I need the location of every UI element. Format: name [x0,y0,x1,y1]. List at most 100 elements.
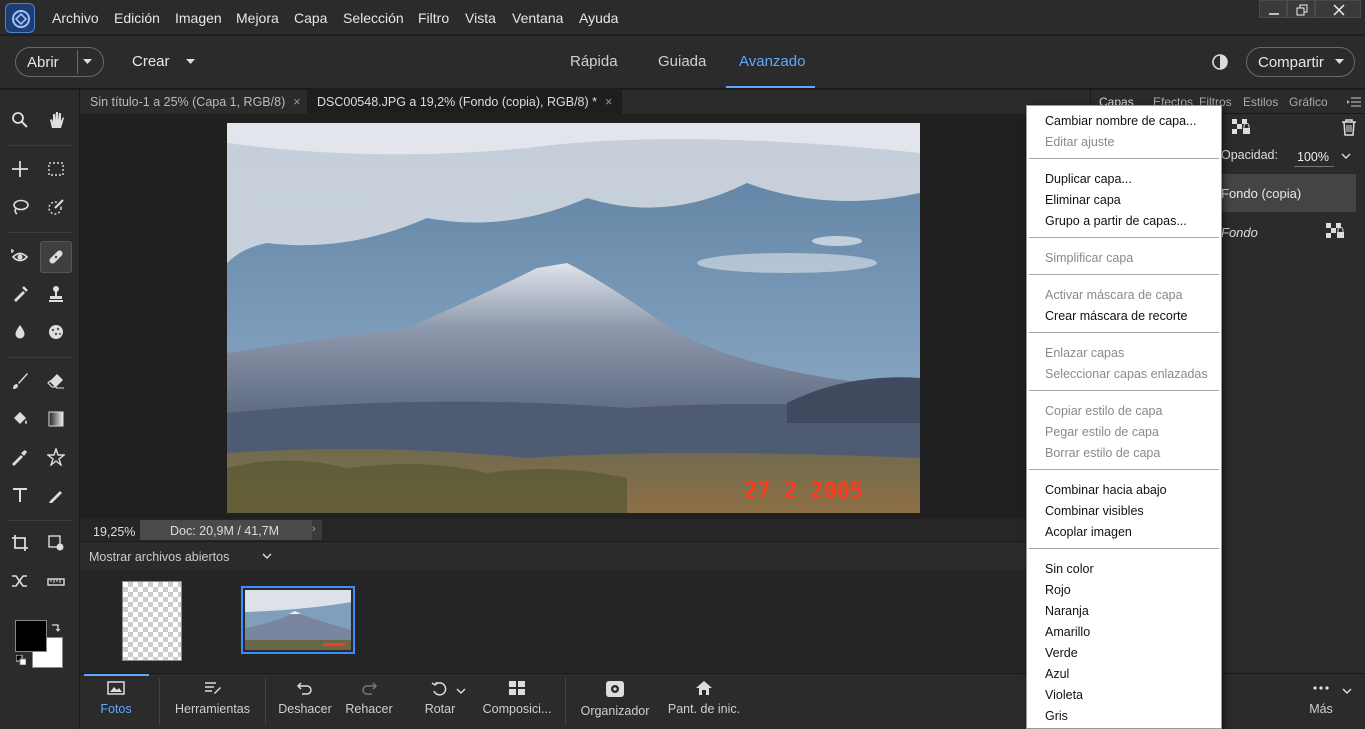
volcano-photo[interactable]: 27 2 2005 [227,123,920,513]
rotate-chevron-down-icon[interactable] [456,688,466,694]
zoom-level[interactable]: 19,25% [93,525,135,539]
menu-mejora[interactable]: Mejora [236,10,279,26]
menu-color-violet[interactable]: Violeta [1045,688,1083,702]
thumbnail-dsc00548[interactable] [241,586,355,654]
menu-color-yellow[interactable]: Amarillo [1045,625,1090,639]
menu-filtro[interactable]: Filtro [418,10,449,26]
status-arrow-icon[interactable]: › [312,520,322,540]
tab-graficos[interactable]: Gráficos [1289,95,1327,109]
paint-bucket-tool[interactable] [6,405,34,433]
menu-edicion[interactable]: Edición [114,10,160,26]
opacity-input[interactable]: 100% [1294,147,1334,167]
redo-button[interactable]: Rehacer [342,680,396,716]
rotate-button[interactable]: Rotar [420,680,460,716]
close-tab-icon[interactable]: × [605,95,612,109]
panel-menu-icon[interactable] [1347,97,1361,107]
menu-archivo[interactable]: Archivo [52,10,99,26]
doc-tab-untitled[interactable]: Sin título-1 a 25% (Capa 1, RGB/8) × [80,90,311,114]
doc-tab-dsc00548[interactable]: DSC00548.JPG a 19,2% (Fondo (copia), RGB… [307,90,623,114]
zoom-tool[interactable] [6,106,34,134]
herramientas-button[interactable]: Herramientas [170,680,255,716]
menu-color-gray[interactable]: Gris [1045,709,1068,723]
caret-down-icon[interactable] [83,59,92,65]
menu-color-red[interactable]: Rojo [1045,583,1071,597]
eyedropper-tool[interactable] [6,443,34,471]
crop-tool[interactable] [6,529,34,557]
hand-tool[interactable] [42,106,70,134]
undo-button[interactable]: Deshacer [276,680,334,716]
menu-color-blue[interactable]: Azul [1045,667,1069,681]
straighten-tool[interactable] [42,567,70,595]
menu-merge-visible[interactable]: Combinar visibles [1045,504,1144,518]
menu-separator [1029,548,1219,549]
type-icon [13,488,27,502]
swap-colors-icon[interactable] [51,622,61,632]
brush-smart-tool[interactable] [6,280,34,308]
shape-tool[interactable] [42,443,70,471]
open-button[interactable]: Abrir [15,47,104,77]
sponge-tool[interactable] [42,318,70,346]
menu-flatten-image[interactable]: Acoplar imagen [1045,525,1132,539]
create-label[interactable]: Crear [132,53,170,70]
create-caret-down-icon[interactable] [186,59,195,65]
move-tool[interactable] [6,155,34,183]
gradient-tool[interactable] [42,405,70,433]
menu-color-orange[interactable]: Naranja [1045,604,1089,618]
share-button[interactable]: Compartir [1246,47,1355,77]
menu-duplicate-layer[interactable]: Duplicar capa... [1045,172,1132,186]
app-logo-icon[interactable] [5,3,35,33]
layout-button[interactable]: Composici... [482,680,552,716]
collapse-chevron-down-icon[interactable] [1342,688,1352,694]
bin-dropdown-label[interactable]: Mostrar archivos abiertos [89,550,229,564]
theme-toggle-icon[interactable] [1211,53,1229,71]
organizer-button[interactable]: Organizador [578,680,652,718]
menu-link-layers: Enlazar capas [1045,346,1125,360]
restore-button[interactable] [1287,0,1315,18]
menu-capa[interactable]: Capa [294,10,327,26]
fotos-button[interactable]: Fotos [90,680,142,716]
lasso-tool[interactable] [6,193,34,221]
trash-icon[interactable] [1341,118,1357,136]
menu-ventana[interactable]: Ventana [512,10,563,26]
tab-avanzado[interactable]: Avanzado [739,53,805,70]
menu-vista[interactable]: Vista [465,10,496,26]
canvas-area[interactable]: 27 2 2005 [80,114,1090,519]
lock-transparency-icon[interactable] [1231,118,1251,136]
minimize-icon [1269,13,1279,15]
menu-color-green[interactable]: Verde [1045,646,1078,660]
menu-merge-down[interactable]: Combinar hacia abajo [1045,483,1167,497]
menu-seleccion[interactable]: Selección [343,10,404,26]
menu-rename-layer[interactable]: Cambiar nombre de capa... [1045,114,1196,128]
tab-rapida[interactable]: Rápida [570,53,618,70]
type-tool[interactable] [6,481,34,509]
home-screen-button[interactable]: Pant. de inic. [667,680,741,716]
menu-delete-layer[interactable]: Eliminar capa [1045,193,1121,207]
foreground-color-swatch[interactable] [15,620,47,652]
menu-ayuda[interactable]: Ayuda [579,10,618,26]
blur-tool[interactable] [6,318,34,346]
spot-healing-tool[interactable] [40,241,72,273]
brush-tool[interactable] [6,367,34,395]
opacity-chevron-down-icon[interactable] [1341,153,1351,159]
recompose-tool[interactable] [42,529,70,557]
content-aware-move-tool[interactable] [6,567,34,595]
tab-guiada[interactable]: Guiada [658,53,706,70]
default-colors-icon[interactable] [16,655,26,665]
menu-color-none[interactable]: Sin color [1045,562,1094,576]
minimize-button[interactable] [1259,0,1287,18]
more-button[interactable]: Más [1306,680,1336,716]
close-window-button[interactable] [1315,0,1361,18]
red-eye-tool[interactable] [6,242,34,270]
menu-group-from-layers[interactable]: Grupo a partir de capas... [1045,214,1187,228]
tab-estilos[interactable]: Estilos [1243,95,1278,109]
menu-imagen[interactable]: Imagen [175,10,222,26]
marquee-tool[interactable] [42,155,70,183]
thumbnail-untitled[interactable] [122,581,182,661]
pencil-tool[interactable] [42,481,70,509]
close-tab-icon[interactable]: × [293,95,300,109]
quick-selection-tool[interactable] [42,193,70,221]
menu-create-clipping-mask[interactable]: Crear máscara de recorte [1045,309,1187,323]
eraser-tool[interactable] [42,367,70,395]
chevron-down-icon[interactable] [262,553,272,559]
clone-stamp-tool[interactable] [42,280,70,308]
